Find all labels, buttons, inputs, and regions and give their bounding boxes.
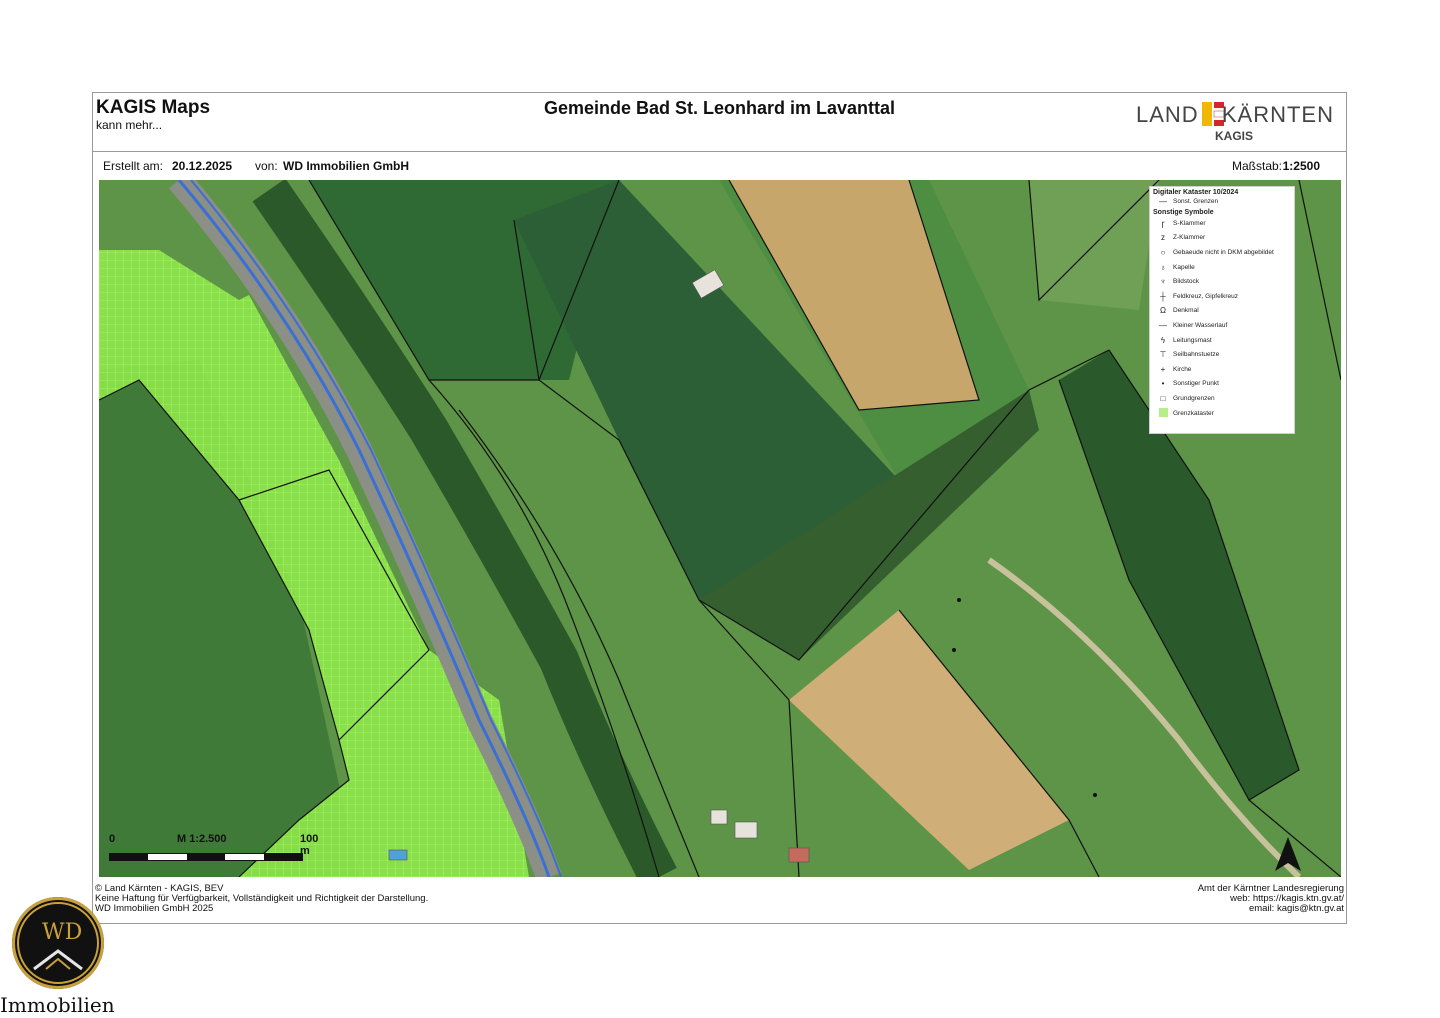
legend-item: ϟ Leitungsmast: [1153, 333, 1291, 348]
legend-item: z Z-Klammer: [1153, 231, 1291, 246]
land-kaernten-logo: LAND KÄRNTEN KAGIS: [1134, 98, 1334, 148]
map-sheet: KAGIS Maps kann mehr... Gemeinde Bad St.…: [92, 92, 1347, 924]
stream-icon: —: [1159, 320, 1167, 330]
meta-bar: Erstellt am: 20.12.2025 von: WD Immobili…: [93, 152, 1346, 178]
brand-initials: WD: [42, 920, 82, 945]
scale-bar: 0 M 1:2.500 100 m: [105, 827, 318, 867]
footer-left: © Land Kärnten - KAGIS, BEV Keine Haftun…: [95, 884, 428, 914]
line-icon: —: [1159, 196, 1167, 206]
scale-ratio: M 1:2.500: [177, 833, 227, 845]
building-dot-icon: ○: [1160, 247, 1166, 257]
sheet-footer: © Land Kärnten - KAGIS, BEV Keine Haftun…: [93, 878, 1346, 924]
coat-of-arms-icon: [1202, 102, 1224, 126]
logo-text-land: LAND: [1136, 102, 1199, 127]
legend-heading-symbols: Sonstige Symbole: [1153, 209, 1214, 216]
footer-right: Amt der Kärntner Landesregierung web: ht…: [1198, 884, 1344, 914]
sheet-header: KAGIS Maps kann mehr... Gemeinde Bad St.…: [93, 93, 1346, 152]
scale-start: 0: [109, 833, 116, 845]
north-arrow-icon: [1275, 837, 1301, 871]
legend-item: ♆ Bildstock: [1153, 274, 1291, 289]
legend-item: ⊤ Seilbahnstuetze: [1153, 347, 1291, 362]
wayside-shrine-icon: ♆: [1160, 277, 1166, 287]
email-link[interactable]: email: kagis@ktn.gv.at: [1198, 904, 1344, 914]
legend-item: Ω Denkmal: [1153, 304, 1291, 319]
author-label: von:: [255, 159, 278, 173]
logo-text-kaernten: KÄRNTEN: [1221, 102, 1334, 127]
scale-value: 1:2500: [1282, 159, 1320, 173]
created-label: Erstellt am:: [103, 159, 164, 173]
power-pole-icon: ϟ: [1160, 335, 1166, 345]
legend-item: ○ Gebaeude nicht in DKM abgebildet: [1153, 245, 1291, 260]
legend-item: ꞅ S-Klammer: [1153, 216, 1291, 231]
brand-name: Immobilien: [0, 993, 115, 1017]
legend-item: — Sonst. Grenzen: [1153, 196, 1291, 206]
grenzkataster-swatch-icon: [1153, 407, 1173, 419]
wd-immobilien-logo: WD Immobilien: [0, 895, 120, 1018]
legend-item: ┼ Feldkreuz, Gipfelkreuz: [1153, 289, 1291, 304]
created-date: 20.12.2025: [172, 159, 233, 173]
owner: WD Immobilien GmbH 2025: [95, 903, 214, 914]
app-subtitle: kann mehr...: [96, 118, 163, 132]
legend-item: □ Grundgrenzen: [1153, 391, 1291, 406]
cross-icon: ┼: [1160, 291, 1166, 301]
parcel-box-icon: □: [1160, 393, 1166, 403]
point-icon: •: [1161, 379, 1165, 389]
church-icon: +: [1160, 364, 1166, 374]
monument-icon: Ω: [1160, 306, 1166, 316]
map-legend: Digitaler Kataster 10/2024 — Sonst. Grenz…: [1149, 186, 1295, 434]
chapel-icon: ♁: [1160, 262, 1166, 272]
legend-heading-kataster: Digitaler Kataster 10/2024: [1153, 189, 1239, 196]
author-name: WD Immobilien GmbH: [283, 159, 409, 173]
scale-bar-segments: [109, 853, 303, 861]
brand-emblem-art: WD: [17, 902, 99, 984]
legend-item: Grenzkataster: [1153, 406, 1291, 421]
brand-emblem: WD: [12, 897, 104, 989]
aerial-map[interactable]: Digitaler Kataster 10/2024 — Sonst. Grenz…: [99, 180, 1341, 877]
legend-item: + Kirche: [1153, 362, 1291, 377]
legend-item: — Kleiner Wasserlauf: [1153, 318, 1291, 333]
scale-label: Maßstab:: [1231, 159, 1282, 173]
legend-item: ♁ Kapelle: [1153, 260, 1291, 275]
legend-item: • Sonstiger Punkt: [1153, 377, 1291, 392]
z-clamp-icon: z: [1161, 233, 1165, 243]
s-clamp-icon: ꞅ: [1161, 218, 1165, 228]
logo-text-kagis: KAGIS: [1214, 129, 1253, 143]
cable-support-icon: ⊤: [1159, 350, 1167, 360]
